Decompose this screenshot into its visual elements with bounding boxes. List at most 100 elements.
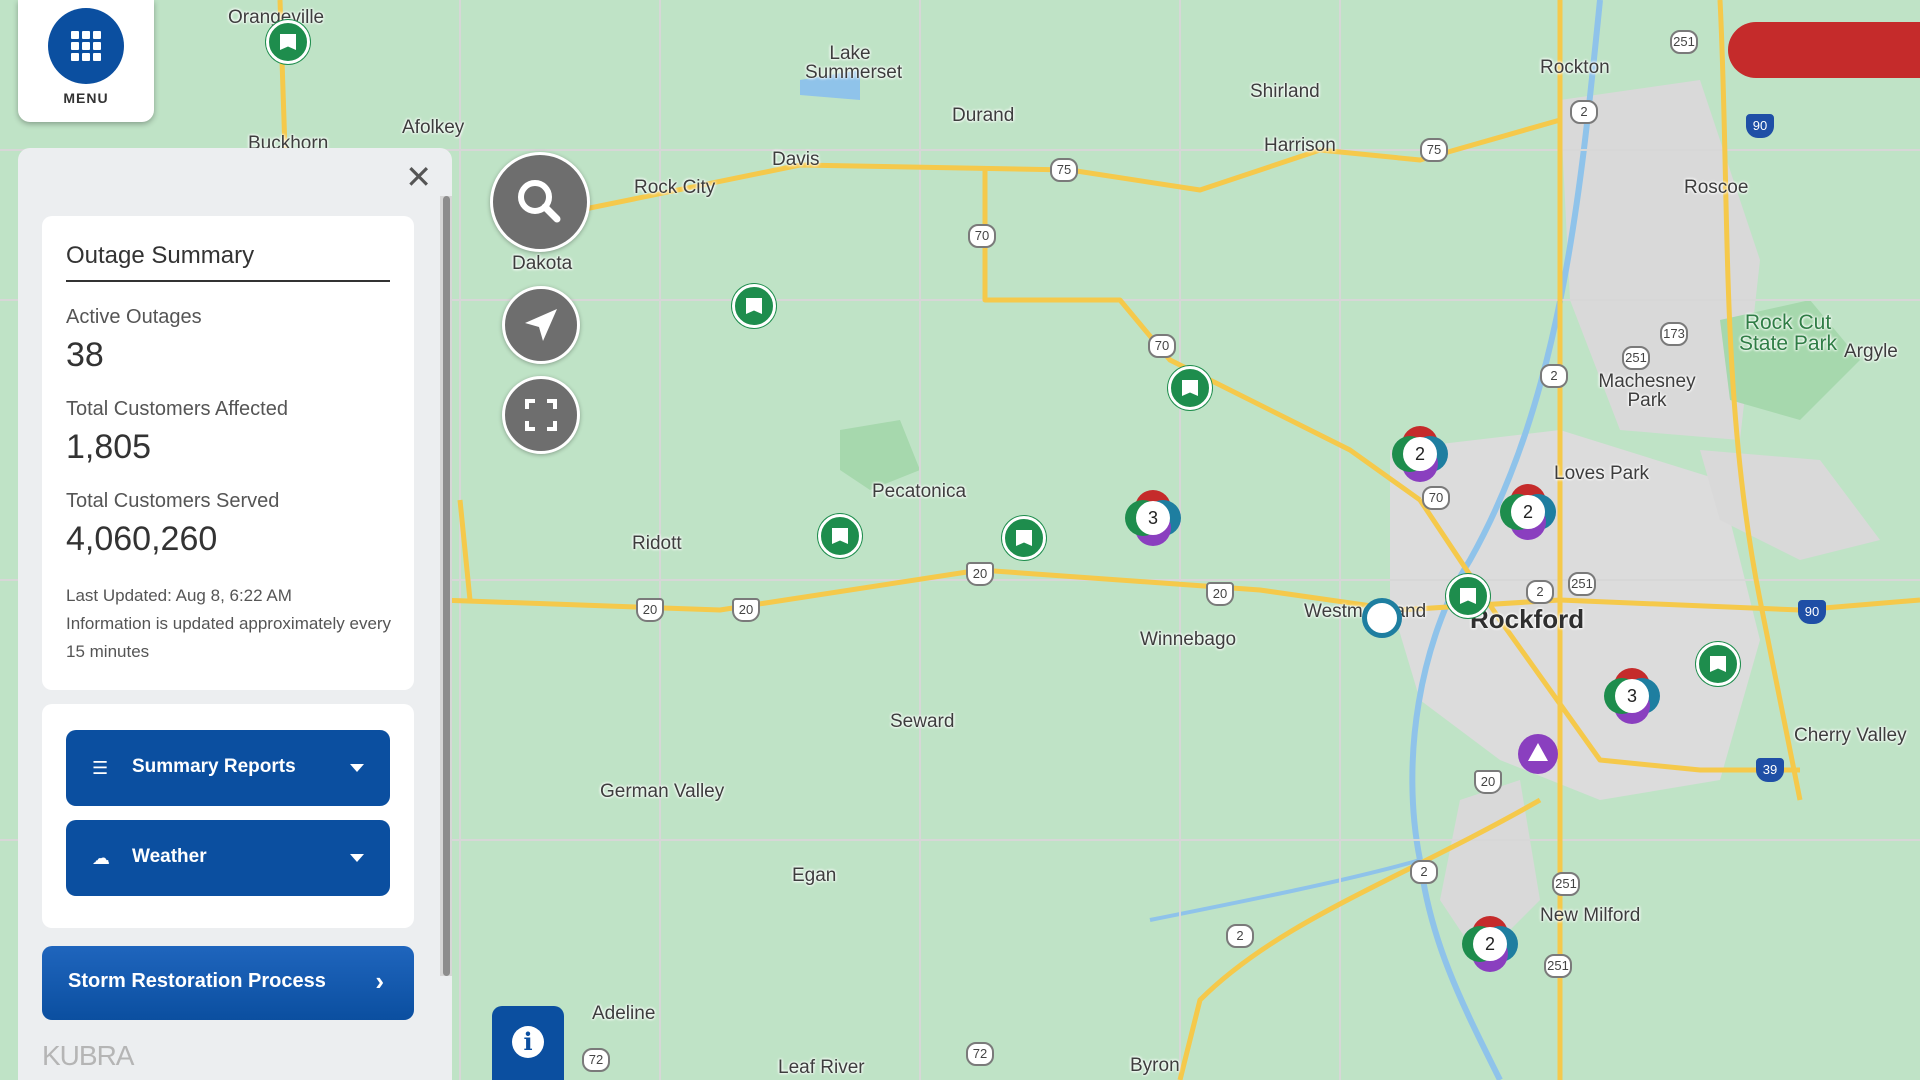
outage-cluster[interactable]: 2 [1460, 914, 1520, 974]
place-label: Loves Park [1554, 463, 1650, 484]
cluster-count: 3 [1136, 501, 1170, 535]
cluster-count: 2 [1403, 437, 1437, 471]
menu-label: MENU [63, 90, 109, 106]
search-button[interactable] [490, 152, 590, 252]
cluster-count: 3 [1615, 679, 1649, 713]
divider [66, 280, 390, 282]
place-label: Durand [952, 105, 1015, 126]
interstate-shield: 90 [1798, 600, 1826, 624]
served-label: Total Customers Served [66, 490, 280, 512]
place-label: Lake Summerset [805, 43, 903, 83]
interstate-shield: 39 [1756, 758, 1784, 782]
route-shield: 251 [1622, 346, 1650, 370]
route-shield: 251 [1568, 572, 1596, 596]
kubra-logo: KUBRA [42, 1040, 134, 1071]
route-shield: 2 [1526, 580, 1554, 604]
place-label: Argyle [1844, 341, 1898, 362]
outage-marker[interactable] [818, 514, 862, 558]
outage-marker[interactable] [1696, 642, 1740, 686]
scrollbar[interactable] [440, 196, 452, 976]
outage-cluster[interactable]: 2 [1498, 482, 1558, 542]
outage-marker-triangle[interactable] [1518, 734, 1558, 774]
outage-marker[interactable] [266, 20, 310, 64]
place-label: Roscoe [1684, 177, 1749, 198]
place-label: Byron [1130, 1055, 1180, 1076]
park-label: Rock Cut State Park [1738, 311, 1838, 355]
route-shield: 2 [1410, 860, 1438, 884]
storm-restoration-button[interactable]: Storm Restoration Process › [42, 946, 414, 1020]
route-shield: 72 [582, 1048, 610, 1072]
place-label: Davis [772, 149, 820, 170]
search-icon [518, 180, 561, 223]
chevron-right-icon: › [375, 966, 384, 996]
fullscreen-button[interactable] [502, 376, 580, 454]
route-shield: 72 [966, 1042, 994, 1066]
route-shield: 70 [1422, 486, 1450, 510]
route-shield: 20 [1206, 582, 1234, 606]
grid-icon [71, 31, 101, 61]
fullscreen-icon [525, 399, 557, 431]
chevron-down-icon [350, 854, 364, 862]
locate-button[interactable] [502, 286, 580, 364]
active-outages-label: Active Outages [66, 306, 202, 328]
alert-banner[interactable] [1728, 22, 1920, 78]
route-shield: 70 [1148, 334, 1176, 358]
last-updated: Last Updated: Aug 8, 6:22 AM [66, 586, 292, 605]
place-label: Adeline [592, 1003, 656, 1024]
weather-icon: ☁ [92, 848, 110, 868]
outage-marker[interactable] [732, 284, 776, 328]
route-shield: 173 [1660, 322, 1688, 346]
interstate-shield: 90 [1746, 114, 1774, 138]
chevron-down-icon [350, 764, 364, 772]
place-label: New Milford [1540, 905, 1641, 926]
place-label: Winnebago [1140, 629, 1237, 650]
route-shield: 20 [966, 562, 994, 586]
route-shield: 251 [1544, 954, 1572, 978]
place-label: Dakota [512, 253, 573, 274]
summary-title: Outage Summary [66, 242, 255, 269]
menu-button[interactable]: MENU [18, 0, 154, 122]
place-label: Seward [890, 711, 955, 732]
place-label: Rockton [1540, 57, 1610, 78]
place-label: Leaf River [778, 1057, 865, 1078]
outage-cluster[interactable]: 3 [1123, 488, 1183, 548]
served-value: 4,060,260 [66, 520, 218, 558]
route-shield: 70 [968, 224, 996, 248]
cluster-count: 2 [1511, 495, 1545, 529]
update-note: Information is updated approximately eve… [66, 614, 392, 661]
outage-marker[interactable] [1168, 366, 1212, 410]
weather-button[interactable]: ☁ Weather [66, 820, 390, 896]
place-label: Harrison [1264, 135, 1336, 156]
weather-label: Weather [132, 846, 207, 867]
place-label: Shirland [1250, 81, 1320, 102]
outage-marker-ring[interactable] [1362, 598, 1402, 638]
city-label: Rockford [1470, 604, 1585, 634]
outage-marker[interactable] [1446, 574, 1490, 618]
route-shield: 20 [1474, 770, 1502, 794]
close-icon[interactable]: ✕ [405, 158, 432, 196]
route-shield: 251 [1552, 872, 1580, 896]
route-shield: 20 [636, 598, 664, 622]
outage-cluster[interactable]: 3 [1602, 666, 1662, 726]
affected-value: 1,805 [66, 428, 152, 466]
place-label: Rock City [634, 177, 716, 198]
route-shield: 251 [1670, 30, 1698, 54]
navigation-arrow-icon [525, 309, 557, 341]
actions-card: ☰ Summary Reports ☁ Weather [42, 704, 414, 928]
route-shield: 2 [1226, 924, 1254, 948]
storm-restoration-label: Storm Restoration Process [68, 970, 326, 992]
place-label: Pecatonica [872, 481, 967, 502]
menu-circle [48, 8, 124, 84]
summary-reports-button[interactable]: ☰ Summary Reports [66, 730, 390, 806]
outage-marker[interactable] [1002, 516, 1046, 560]
info-button[interactable]: i [492, 1006, 564, 1080]
affected-label: Total Customers Affected [66, 398, 288, 420]
route-shield: 20 [732, 598, 760, 622]
info-icon: i [512, 1026, 544, 1058]
place-label: Ridott [632, 533, 682, 554]
place-label: Afolkey [402, 117, 465, 138]
place-label: Machesney Park [1598, 371, 1696, 411]
outage-cluster[interactable]: 2 [1390, 424, 1450, 484]
cluster-count: 2 [1473, 927, 1507, 961]
outage-summary-card: Outage Summary Active Outages 38 Total C… [42, 216, 414, 690]
